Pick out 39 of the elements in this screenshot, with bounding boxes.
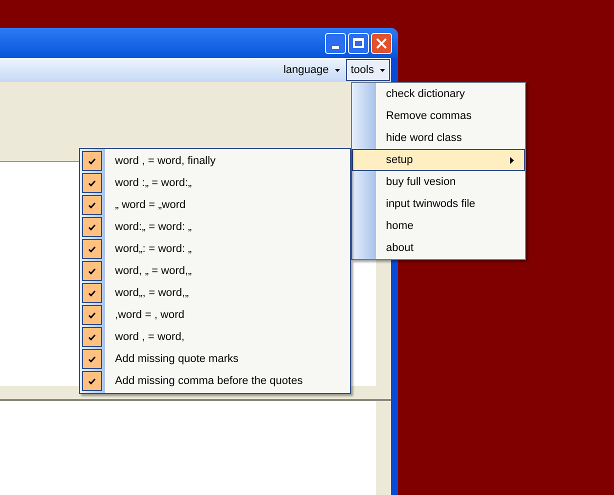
menu-button[interactable]: language [278, 59, 345, 81]
menu-item[interactable]: word , = word, [80, 326, 350, 348]
check-icon [88, 378, 96, 384]
check-icon [88, 268, 96, 274]
menu-item[interactable]: home [352, 215, 525, 237]
dropdown-arrow-icon [380, 68, 385, 72]
menu-item[interactable]: buy full vesion [352, 171, 525, 193]
menu-item[interactable]: word :„ = word:„ [80, 172, 350, 194]
menu-item[interactable]: word„, = word,„ [80, 282, 350, 304]
maximize-button[interactable] [348, 32, 369, 54]
check-icon [88, 290, 96, 296]
menu-item[interactable]: ,word = , word [80, 304, 350, 326]
menu-item[interactable]: input twinwods file [352, 193, 525, 215]
check-icon [88, 180, 96, 186]
check-icon [88, 158, 96, 164]
menu-item[interactable]: about [352, 237, 525, 259]
menu-item[interactable]: Add missing comma before the quotes [80, 370, 350, 392]
check-icon [88, 312, 96, 318]
check-icon [88, 202, 96, 208]
menu-item[interactable]: setup [352, 149, 525, 171]
submenu-arrow-icon [510, 156, 514, 164]
menu-item[interactable]: word, „ = word,„ [80, 260, 350, 282]
menu-item[interactable]: hide word class [352, 127, 525, 149]
close-icon [376, 38, 387, 48]
menu-item[interactable]: word , = word, finally [80, 150, 350, 172]
menu-item[interactable]: check dictionary [352, 83, 525, 105]
check-icon [88, 224, 96, 230]
menu-item[interactable]: word„: = word: „ [80, 238, 350, 260]
menu-button[interactable]: tools [346, 59, 390, 81]
check-icon [88, 356, 96, 362]
dropdown-arrow-icon [334, 68, 340, 72]
menu-item[interactable]: „ word = „word [80, 194, 350, 216]
check-icon [88, 334, 96, 340]
check-icon [88, 246, 96, 252]
close-button[interactable] [371, 32, 392, 54]
menu-item[interactable]: word:„ = word: „ [80, 216, 350, 238]
minimize-button[interactable] [325, 32, 346, 54]
menu-item[interactable]: Add missing quote marks [80, 348, 350, 370]
menu-item[interactable]: Remove commas [352, 105, 525, 127]
